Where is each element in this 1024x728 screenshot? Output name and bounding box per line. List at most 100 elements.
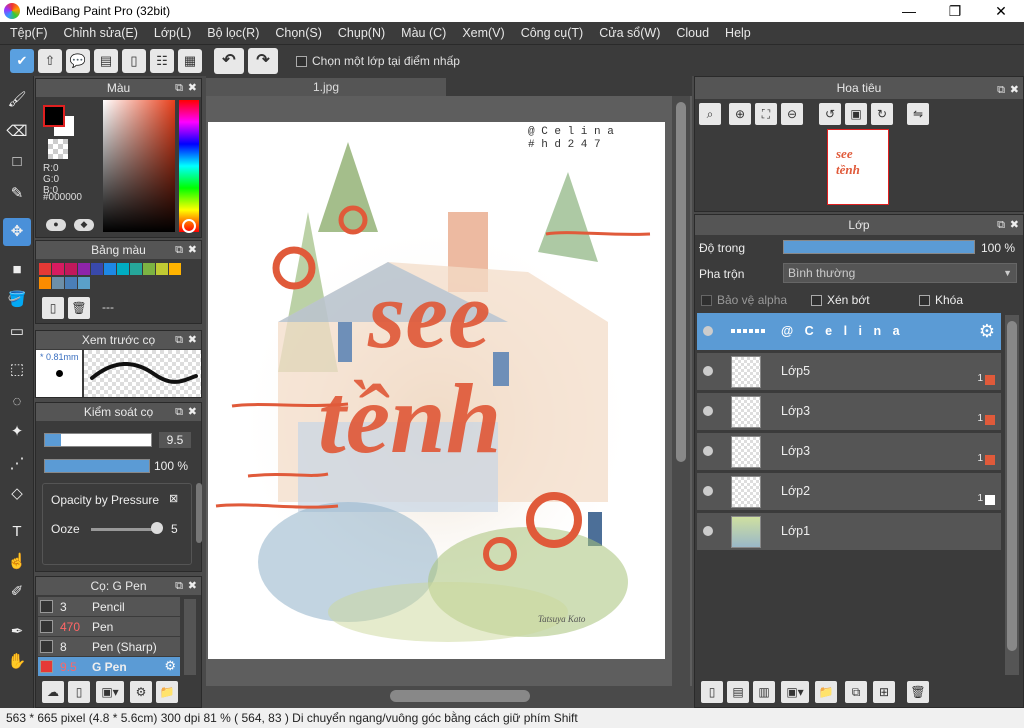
palette-swatch[interactable] [52,277,64,289]
tab-1jpg[interactable]: 1.jpg [206,78,446,96]
checkbox-box[interactable] [701,294,712,306]
size-value[interactable]: 9.5 [159,432,191,448]
cloud-check-icon[interactable]: ✔ [10,49,34,73]
close-button[interactable]: ✕ [978,0,1024,22]
select-one-layer-checkbox[interactable]: Chọn một lớp tại điểm nhấp [296,54,460,68]
palette-swatch[interactable] [78,277,90,289]
menu-tools[interactable]: Công cụ(T) [513,26,592,40]
text-tool-icon[interactable]: T [3,518,31,546]
canvas-page[interactable]: @ C e l i n a # h d 2 4 7 see tềnh Tatsu… [208,122,665,659]
palette-swatch[interactable] [143,263,155,275]
dot-tool-icon[interactable]: ✎ [3,180,31,208]
fill-rect-tool-icon[interactable]: ■ [3,256,31,284]
palette-swatch[interactable] [52,263,64,275]
rotate-right-icon[interactable]: ↻ [871,103,893,125]
close-panel-icon[interactable]: ✖ [1010,79,1019,101]
palette-swatch[interactable] [65,277,77,289]
menu-help[interactable]: Help [717,26,759,40]
layer-row[interactable]: Lớp1 [697,513,1001,551]
page-settings-icon[interactable]: ☷ [150,49,174,73]
canvas-horizontal-scrollbar[interactable] [206,686,692,706]
add-layer-menu-icon[interactable]: ▣▾ [781,681,809,703]
merge-layer-icon[interactable]: ⊞ [873,681,895,703]
size-slider[interactable] [44,433,152,447]
gradient-tool-icon[interactable]: ▭ [3,318,31,346]
brush-list-item[interactable]: 470 Pen [38,617,180,636]
add-brush-icon[interactable]: ▯ [68,681,90,703]
checkbox-box[interactable] [919,294,930,306]
horizontal-scroll-thumb[interactable] [390,690,530,702]
layer-scroll-thumb[interactable] [1007,321,1017,651]
layer-opacity-slider[interactable] [783,240,975,254]
brush-tool-icon[interactable]: 🖌 [3,86,31,114]
foreground-color-front[interactable] [43,105,65,127]
bucket-tool-icon[interactable]: 🪣 [3,286,31,314]
eyedropper-tool-icon[interactable]: ✒ [3,618,31,646]
color-add-icon[interactable]: ◆ [74,219,94,231]
palette-swatch[interactable] [104,263,116,275]
menu-edit[interactable]: Chỉnh sửa(E) [56,26,146,40]
minimize-button[interactable]: — [886,0,932,22]
layer-list-scrollbar[interactable] [1005,315,1019,675]
popout-icon[interactable]: ⧉ [175,403,183,421]
hue-slider[interactable] [179,100,199,232]
brush-list-item[interactable]: 3 Pencil [38,597,180,616]
close-panel-icon[interactable]: ✖ [188,241,197,259]
comment-icon[interactable]: ▤ [94,49,118,73]
navigator-thumbnail[interactable]: see tềnh [827,129,889,205]
layer-row[interactable]: Lớp3 1 [697,433,1001,471]
popout-icon[interactable]: ⧉ [175,577,183,595]
layer-row[interactable]: @ C e l i n a ⚙ [697,313,1001,351]
select-pen-tool-icon[interactable]: ⋰ [3,450,31,478]
palette-swatch[interactable] [117,263,129,275]
redo-button[interactable]: ↷ [248,48,278,74]
close-panel-icon[interactable]: ✖ [188,577,197,595]
gear-icon[interactable]: ⚙ [164,658,176,674]
canvas-area[interactable]: @ C e l i n a # h d 2 4 7 see tềnh Tatsu… [206,96,692,690]
eraser-tool-icon[interactable]: ⌫ [3,118,31,146]
close-panel-icon[interactable]: ✖ [188,79,197,97]
reset-view-icon[interactable]: ▣ [845,103,867,125]
vertical-scroll-thumb[interactable] [676,102,686,462]
layer-folder-icon[interactable]: 📁 [815,681,837,703]
canvas-vertical-scrollbar[interactable] [672,96,690,686]
grid-icon[interactable]: ▦ [178,49,202,73]
magic-wand-tool-icon[interactable]: ✦ [3,418,31,446]
select-eraser-tool-icon[interactable]: ◇ [3,480,31,508]
transparent-swatch[interactable] [48,139,68,159]
palette-swatch[interactable] [91,263,103,275]
palette-swatch[interactable] [65,263,77,275]
menu-select[interactable]: Chọn(S) [267,26,330,40]
delete-layer-icon[interactable]: 🗑 [907,681,929,703]
ooze-slider[interactable] [91,528,159,531]
brush-list-item[interactable]: 8 Pen (Sharp) [38,637,180,656]
visibility-eye-icon[interactable] [703,326,713,336]
new-color-layer-icon[interactable]: ▤ [727,681,749,703]
new-halftone-layer-icon[interactable]: ▥ [753,681,775,703]
lock-checkbox[interactable]: Khóa [919,293,963,307]
menu-snap[interactable]: Chụp(N) [330,26,393,40]
undo-button[interactable]: ↶ [214,48,244,74]
palette-swatch[interactable] [78,263,90,275]
palette-swatch[interactable] [156,263,168,275]
brush-menu-icon[interactable]: ▣▾ [96,681,124,703]
new-palette-icon[interactable]: ▯ [42,297,64,319]
palette-swatch[interactable] [39,263,51,275]
delete-palette-icon[interactable]: 🗑 [68,297,90,319]
checkbox-box[interactable] [296,55,307,67]
menu-file[interactable]: Tệp(F) [2,26,56,40]
layer-row[interactable]: Lớp2 1 [697,473,1001,511]
palette-swatch[interactable] [169,263,181,275]
opacity-slider[interactable] [44,459,150,473]
brush-folder-icon[interactable]: 📁 [156,681,178,703]
move-tool-icon[interactable]: ✥ [3,218,31,246]
hue-handle[interactable] [182,219,196,233]
popout-icon[interactable]: ⧉ [997,79,1005,101]
operation-tool-icon[interactable]: ☝ [3,548,31,576]
saturation-value-picker[interactable] [103,100,175,232]
menu-layer[interactable]: Lớp(L) [146,26,199,40]
visibility-eye-icon[interactable] [703,446,713,456]
brush-settings-icon[interactable]: ⚙ [130,681,152,703]
palette-swatch[interactable] [39,277,51,289]
speech-bubble-icon[interactable]: 💬 [66,49,90,73]
